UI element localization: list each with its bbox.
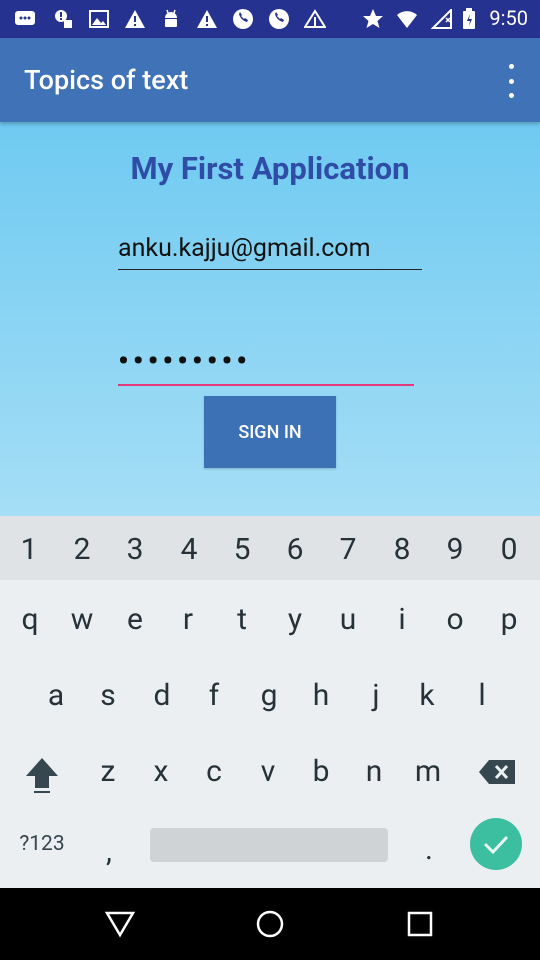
key-d[interactable]: d	[135, 678, 189, 713]
chat-icon	[14, 8, 36, 30]
key-4[interactable]: 4	[162, 532, 216, 567]
login-form: My First Application anku.kajju@gmail.co…	[0, 122, 540, 516]
backspace-icon[interactable]	[470, 758, 524, 790]
app-icon	[304, 8, 326, 30]
key-p[interactable]: p	[482, 602, 536, 637]
number-row: 1 2 3 4 5 6 7 8 9 0	[0, 516, 540, 580]
key-9[interactable]: 9	[428, 532, 482, 567]
app-title: Topics of text	[24, 64, 189, 96]
key-v[interactable]: v	[241, 754, 295, 789]
back-icon[interactable]	[102, 906, 138, 942]
app-bar: Topics of text	[0, 38, 540, 122]
android-icon	[160, 8, 182, 30]
home-icon[interactable]	[252, 906, 288, 942]
key-f[interactable]: f	[187, 678, 241, 713]
key-n[interactable]: n	[347, 754, 401, 789]
soft-keyboard: 1 2 3 4 5 6 7 8 9 0 q w e r t y u i o p …	[0, 516, 540, 888]
status-time: 9:50	[489, 6, 528, 30]
page-title: My First Application	[130, 150, 410, 187]
key-b[interactable]: b	[294, 754, 348, 789]
enter-button[interactable]	[470, 818, 522, 870]
key-e[interactable]: e	[108, 602, 162, 637]
battery-icon	[458, 8, 480, 30]
key-s[interactable]: s	[81, 678, 135, 713]
key-z[interactable]: z	[81, 754, 135, 789]
key-l[interactable]: l	[455, 678, 509, 713]
password-field[interactable]: •••••••••	[118, 342, 414, 386]
notification-icon	[52, 8, 74, 30]
key-comma[interactable]: ,	[82, 834, 136, 869]
key-k[interactable]: k	[400, 678, 454, 713]
star-icon	[362, 8, 384, 30]
key-r[interactable]: r	[161, 602, 215, 637]
overflow-dot	[508, 93, 514, 98]
key-5[interactable]: 5	[215, 532, 269, 567]
key-i[interactable]: i	[375, 602, 429, 637]
key-g[interactable]: g	[242, 678, 296, 713]
key-6[interactable]: 6	[268, 532, 322, 567]
key-1[interactable]: 1	[2, 532, 56, 567]
key-y[interactable]: y	[268, 602, 322, 637]
status-bar: 9:50	[0, 0, 540, 38]
overflow-dot	[508, 78, 514, 84]
recents-icon[interactable]	[402, 906, 438, 942]
overflow-menu-icon[interactable]	[504, 64, 518, 98]
key-3[interactable]: 3	[108, 532, 162, 567]
symbols-key[interactable]: ?123	[12, 832, 72, 856]
phone-icon	[232, 8, 254, 30]
key-t[interactable]: t	[215, 602, 269, 637]
warning-icon	[196, 8, 218, 30]
phone-icon	[268, 8, 290, 30]
key-c[interactable]: c	[187, 754, 241, 789]
email-field[interactable]: anku.kajju@gmail.com	[118, 230, 422, 270]
shift-icon[interactable]	[15, 754, 69, 798]
key-m[interactable]: m	[401, 754, 455, 789]
wifi-icon	[396, 8, 418, 30]
key-h[interactable]: h	[294, 678, 348, 713]
key-j[interactable]: j	[349, 678, 403, 713]
key-q[interactable]: q	[3, 602, 57, 637]
key-8[interactable]: 8	[375, 532, 429, 567]
key-w[interactable]: w	[55, 602, 109, 637]
check-icon	[483, 835, 509, 855]
space-bar[interactable]	[150, 828, 388, 862]
warning-icon	[124, 8, 146, 30]
key-7[interactable]: 7	[321, 532, 375, 567]
key-a[interactable]: a	[29, 678, 83, 713]
key-2[interactable]: 2	[55, 532, 109, 567]
key-x[interactable]: x	[134, 754, 188, 789]
key-u[interactable]: u	[321, 602, 375, 637]
key-o[interactable]: o	[428, 602, 482, 637]
no-sim-icon	[430, 8, 452, 30]
navigation-bar	[0, 888, 540, 960]
key-period[interactable]: .	[402, 832, 456, 867]
key-0[interactable]: 0	[482, 532, 536, 567]
overflow-dot	[508, 64, 514, 69]
gallery-icon	[88, 8, 110, 30]
sign-in-button[interactable]: SIGN IN	[204, 396, 336, 468]
